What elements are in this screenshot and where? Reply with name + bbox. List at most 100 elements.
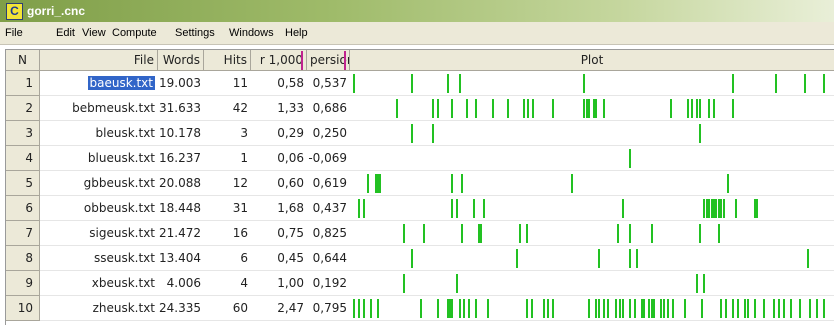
plot-mark bbox=[603, 299, 605, 318]
r1000-value[interactable]: 0,29 bbox=[251, 121, 307, 146]
file-name[interactable]: gbbeusk.txt bbox=[40, 171, 158, 196]
persion-value[interactable]: 0,825 bbox=[307, 221, 350, 246]
row-number[interactable]: 7 bbox=[6, 221, 40, 246]
words-value-text: 21.472 bbox=[159, 226, 201, 240]
words-value[interactable]: 21.472 bbox=[158, 221, 204, 246]
hits-value[interactable]: 1 bbox=[204, 146, 251, 171]
app-icon[interactable]: C bbox=[6, 3, 23, 20]
hits-value[interactable]: 11 bbox=[204, 71, 251, 96]
plot-mark bbox=[703, 274, 705, 293]
words-value[interactable]: 10.178 bbox=[158, 121, 204, 146]
row-number[interactable]: 4 bbox=[6, 146, 40, 171]
hits-value[interactable]: 3 bbox=[204, 121, 251, 146]
header-n[interactable]: N bbox=[6, 50, 40, 71]
r1000-value[interactable]: 1,33 bbox=[251, 96, 307, 121]
plot-mark bbox=[531, 299, 533, 318]
file-name[interactable]: sseusk.txt bbox=[40, 246, 158, 271]
plot-mark bbox=[595, 99, 597, 118]
file-name[interactable]: obbeusk.txt bbox=[40, 196, 158, 221]
menu-settings[interactable]: Settings bbox=[175, 26, 215, 40]
file-name[interactable]: blueusk.txt bbox=[40, 146, 158, 171]
hits-value[interactable]: 12 bbox=[204, 171, 251, 196]
plot-mark bbox=[699, 124, 701, 143]
r1000-value[interactable]: 0,60 bbox=[251, 171, 307, 196]
plot-mark bbox=[723, 199, 725, 218]
r1000-value-text: 0,58 bbox=[277, 76, 304, 90]
plot-mark bbox=[411, 74, 413, 93]
persion-value[interactable]: 0,537 bbox=[307, 71, 350, 96]
hits-value[interactable]: 42 bbox=[204, 96, 251, 121]
header-words[interactable]: Words bbox=[158, 50, 204, 71]
persion-value[interactable]: 0,619 bbox=[307, 171, 350, 196]
hits-value[interactable]: 16 bbox=[204, 221, 251, 246]
r1000-value[interactable]: 0,45 bbox=[251, 246, 307, 271]
plot-mark bbox=[725, 299, 727, 318]
header-plot[interactable]: Plot bbox=[350, 50, 834, 71]
file-name[interactable]: zheusk.txt bbox=[40, 296, 158, 321]
plot-mark bbox=[754, 299, 756, 318]
row-number[interactable]: 5 bbox=[6, 171, 40, 196]
plot-mark bbox=[437, 99, 439, 118]
words-value[interactable]: 19.003 bbox=[158, 71, 204, 96]
r1000-value[interactable]: 0,06 bbox=[251, 146, 307, 171]
words-value[interactable]: 31.633 bbox=[158, 96, 204, 121]
file-name[interactable]: bleusk.txt bbox=[40, 121, 158, 146]
words-value[interactable]: 20.088 bbox=[158, 171, 204, 196]
words-value[interactable]: 24.335 bbox=[158, 296, 204, 321]
menu-edit[interactable]: Edit bbox=[56, 26, 75, 40]
plot-mark bbox=[403, 224, 405, 243]
row-number[interactable]: 8 bbox=[6, 246, 40, 271]
plot-mark bbox=[756, 199, 758, 218]
plot-mark bbox=[527, 99, 529, 118]
file-name[interactable]: sigeusk.txt bbox=[40, 221, 158, 246]
persion-value[interactable]: 0,686 bbox=[307, 96, 350, 121]
menu-help[interactable]: Help bbox=[285, 26, 308, 40]
words-value[interactable]: 13.404 bbox=[158, 246, 204, 271]
plot-mark bbox=[718, 224, 720, 243]
plot-mark bbox=[358, 299, 360, 318]
menu-file[interactable]: File bbox=[5, 26, 23, 40]
words-value[interactable]: 4.006 bbox=[158, 271, 204, 296]
hits-value[interactable]: 4 bbox=[204, 271, 251, 296]
header-r1000[interactable]: r 1,000 bbox=[251, 50, 307, 71]
persion-value[interactable]: 0,437 bbox=[307, 196, 350, 221]
persion-value-text: 0,644 bbox=[312, 251, 347, 265]
r1000-value[interactable]: 1,68 bbox=[251, 196, 307, 221]
hits-value-text: 12 bbox=[232, 176, 248, 190]
row-number[interactable]: 6 bbox=[6, 196, 40, 221]
row-number[interactable]: 2 bbox=[6, 96, 40, 121]
words-value[interactable]: 16.237 bbox=[158, 146, 204, 171]
menu-compute[interactable]: Compute bbox=[112, 26, 157, 40]
plot-mark bbox=[588, 99, 590, 118]
persion-value[interactable]: 0,795 bbox=[307, 296, 350, 321]
r1000-value[interactable]: 1,00 bbox=[251, 271, 307, 296]
plot-mark bbox=[720, 199, 722, 218]
header-file[interactable]: File bbox=[40, 50, 158, 71]
hits-value[interactable]: 60 bbox=[204, 296, 251, 321]
persion-value[interactable]: -0,069 bbox=[307, 146, 350, 171]
row-number[interactable]: 1 bbox=[6, 71, 40, 96]
header-hits[interactable]: Hits bbox=[204, 50, 251, 71]
r1000-value[interactable]: 0,75 bbox=[251, 221, 307, 246]
file-name[interactable]: bebmeusk.txt bbox=[40, 96, 158, 121]
row-number-text: 7 bbox=[25, 226, 33, 240]
persion-value[interactable]: 0,192 bbox=[307, 271, 350, 296]
plot-mark bbox=[823, 74, 825, 93]
hits-value[interactable]: 6 bbox=[204, 246, 251, 271]
row-number[interactable]: 9 bbox=[6, 271, 40, 296]
words-value[interactable]: 18.448 bbox=[158, 196, 204, 221]
plot-mark bbox=[619, 299, 621, 318]
persion-value[interactable]: 0,250 bbox=[307, 121, 350, 146]
row-number[interactable]: 10 bbox=[6, 296, 40, 321]
hits-value[interactable]: 31 bbox=[204, 196, 251, 221]
menu-view[interactable]: View bbox=[82, 26, 106, 40]
r1000-value[interactable]: 2,47 bbox=[251, 296, 307, 321]
persion-value[interactable]: 0,644 bbox=[307, 246, 350, 271]
plot-mark bbox=[468, 299, 470, 318]
r1000-value[interactable]: 0,58 bbox=[251, 71, 307, 96]
menu-windows[interactable]: Windows bbox=[229, 26, 274, 40]
row-number[interactable]: 3 bbox=[6, 121, 40, 146]
file-name[interactable]: baeusk.txt bbox=[40, 71, 158, 96]
file-name[interactable]: xbeusk.txt bbox=[40, 271, 158, 296]
plot-mark bbox=[403, 274, 405, 293]
